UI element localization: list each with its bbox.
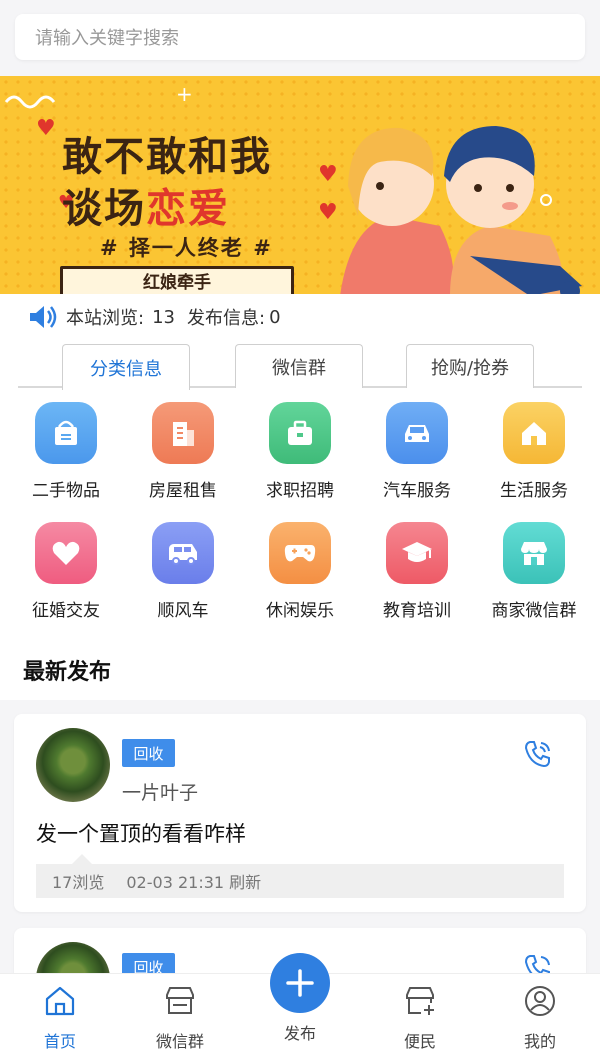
phone-icon[interactable]: [522, 738, 554, 770]
graduation-cap-icon: [386, 522, 448, 584]
posts-value: 0: [269, 306, 281, 328]
site-stats: 本站浏览: 13 发布信息: 0: [0, 294, 600, 340]
search-placeholder: 请输入关键字搜索: [35, 28, 179, 49]
gamepad-icon: [269, 522, 331, 584]
views-value: 13: [152, 306, 175, 328]
home-icon: [503, 402, 565, 464]
meta-arrow: [72, 854, 92, 864]
nav-convenience[interactable]: 便民: [360, 980, 480, 1052]
view-count: 17浏览: [52, 873, 105, 892]
latest-section-header: 最新发布: [0, 642, 600, 700]
nav-home[interactable]: 首页: [0, 980, 120, 1052]
avatar[interactable]: [36, 728, 110, 802]
user-nav-icon: [525, 986, 555, 1016]
latest-title: 最新发布: [23, 660, 112, 685]
category-grid: 二手物品 房屋租售 求职招聘 汽车服务 生活服务 征婚交友 顺风车 休闲娱乐 教…: [0, 388, 600, 642]
category-badge: 回收: [122, 739, 175, 767]
search-bar: 请输入关键字搜索: [0, 0, 600, 76]
speaker-icon: [30, 306, 57, 328]
couple-illustration: [340, 126, 582, 294]
banner-headline-2: 谈场恋爱: [62, 185, 230, 232]
publish-button[interactable]: [270, 953, 330, 1013]
briefcase-icon: [269, 402, 331, 464]
post-meta: 17浏览 02-03 21:31 刷新: [36, 864, 564, 898]
banner-plate: 红娘牵手: [60, 266, 294, 294]
nav-profile[interactable]: 我的: [480, 980, 600, 1052]
nav-convenience-label: 便民: [403, 1032, 436, 1051]
plus-icon: [286, 969, 314, 997]
van-icon: [152, 522, 214, 584]
tab-wechat-groups[interactable]: 微信群: [235, 344, 363, 388]
heart-decoration: ♥: [36, 116, 56, 141]
nav-profile-label: 我的: [523, 1032, 556, 1051]
shop-icon: [503, 522, 565, 584]
posts-label: 发布信息:: [186, 308, 266, 329]
nav-wechat-groups-label: 微信群: [155, 1032, 204, 1051]
views-label: 本站浏览:: [66, 308, 145, 329]
tab-classified[interactable]: 分类信息: [62, 344, 190, 390]
tab-flash-sale[interactable]: 抢购/抢券: [406, 344, 534, 388]
home-nav-icon: [45, 986, 75, 1016]
banner[interactable]: + ♥ ♥ ♥ ♥ 敢不敢和我 谈场恋爱 # 择一人终老 # 红娘牵手: [0, 76, 600, 294]
publish-label: 发布: [283, 1024, 316, 1043]
heart-icon: [35, 522, 97, 584]
nav-home-label: 首页: [43, 1032, 76, 1051]
category-education[interactable]: 教育培训: [358, 522, 476, 621]
plus-decoration: +: [176, 82, 193, 106]
category-life-services[interactable]: 生活服务: [475, 402, 593, 501]
search-input[interactable]: 请输入关键字搜索: [15, 14, 585, 60]
category-housing[interactable]: 房屋租售: [124, 402, 242, 501]
category-jobs[interactable]: 求职招聘: [241, 402, 359, 501]
author-name: 一片叶子: [122, 782, 199, 804]
shop-add-nav-icon: [406, 987, 434, 1015]
category-rideshare[interactable]: 顺风车: [124, 522, 242, 621]
category-entertainment[interactable]: 休闲娱乐: [241, 522, 359, 621]
building-icon: [152, 402, 214, 464]
banner-tagline: # 择一人终老 #: [100, 235, 273, 260]
nav-wechat-groups[interactable]: 微信群: [120, 980, 240, 1052]
basket-icon: [35, 402, 97, 464]
category-merchant-groups[interactable]: 商家微信群: [475, 522, 593, 621]
post-card[interactable]: 回收 一片叶子 发一个置顶的看看咋样 17浏览 02-03 21:31 刷新: [14, 714, 586, 912]
category-dating[interactable]: 征婚交友: [7, 522, 125, 621]
category-tabs: 分类信息 微信群 抢购/抢券: [0, 340, 600, 390]
post-time: 02-03 21:31 刷新: [126, 873, 262, 892]
post-content: 发一个置顶的看看咋样: [36, 822, 246, 846]
store-nav-icon: [166, 987, 194, 1014]
category-auto[interactable]: 汽车服务: [358, 402, 476, 501]
category-secondhand[interactable]: 二手物品: [7, 402, 125, 501]
car-icon: [386, 402, 448, 464]
squiggle-decoration: [4, 95, 56, 109]
banner-headline-1: 敢不敢和我: [62, 133, 272, 180]
